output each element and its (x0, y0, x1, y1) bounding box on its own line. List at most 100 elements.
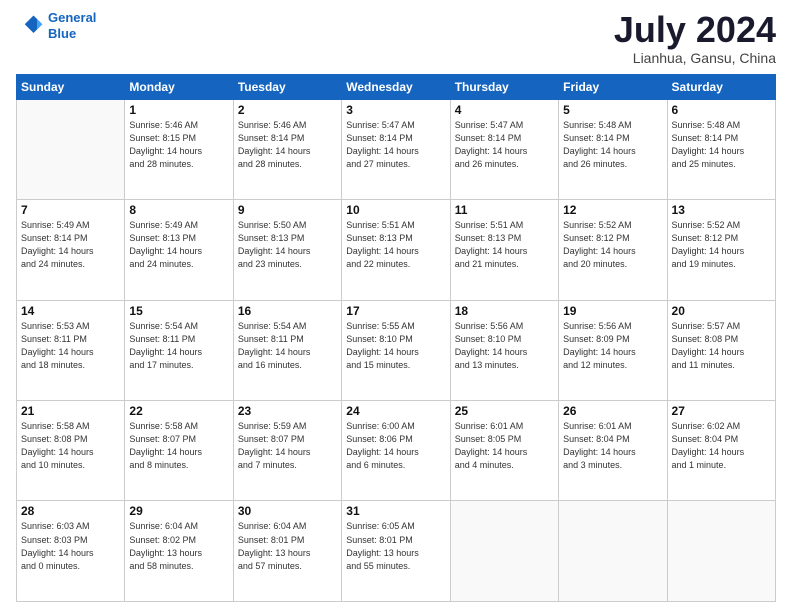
cell-w5-d5 (559, 501, 667, 602)
header: General Blue July 2024 Lianhua, Gansu, C… (16, 10, 776, 66)
cell-w3-d6: 20 Sunrise: 5:57 AM Sunset: 8:08 PM Dayli… (667, 300, 775, 400)
col-saturday: Saturday (667, 74, 775, 99)
day-number: 18 (455, 304, 554, 318)
day-info: Sunrise: 6:04 AM Sunset: 8:02 PM Dayligh… (129, 520, 228, 572)
cell-w4-d6: 27 Sunrise: 6:02 AM Sunset: 8:04 PM Dayli… (667, 401, 775, 501)
cell-w4-d2: 23Sunrise: 5:59 AM Sunset: 8:07 PM Dayli… (233, 401, 341, 501)
col-thursday: Thursday (450, 74, 558, 99)
cell-w5-d0: 28Sunrise: 6:03 AM Sunset: 8:03 PM Dayli… (17, 501, 125, 602)
cell-w3-d0: 14 Sunrise: 5:53 AM Sunset: 8:11 PM Dayli… (17, 300, 125, 400)
cell-w2-d5: 12Sunrise: 5:52 AM Sunset: 8:12 PM Dayli… (559, 200, 667, 300)
day-info: Sunrise: 5:54 AM Sunset: 8:11 PM Dayligh… (238, 320, 337, 372)
cell-w5-d4 (450, 501, 558, 602)
day-number: 4 (455, 103, 554, 117)
cell-w4-d1: 22Sunrise: 5:58 AM Sunset: 8:07 PM Dayli… (125, 401, 233, 501)
page: General Blue July 2024 Lianhua, Gansu, C… (0, 0, 792, 612)
day-number: 16 (238, 304, 337, 318)
day-info: Sunrise: 5:54 AM Sunset: 8:11 PM Dayligh… (129, 320, 228, 372)
day-info: Sunrise: 6:01 AM Sunset: 8:05 PM Dayligh… (455, 420, 554, 472)
cell-w1-d6: 6 Sunrise: 5:48 AM Sunset: 8:14 PM Daylig… (667, 99, 775, 199)
day-number: 9 (238, 203, 337, 217)
cell-w1-d1: 1Sunrise: 5:46 AM Sunset: 8:15 PM Daylig… (125, 99, 233, 199)
calendar-subtitle: Lianhua, Gansu, China (614, 50, 776, 66)
day-number: 11 (455, 203, 554, 217)
cell-w4-d4: 25 Sunrise: 6:01 AM Sunset: 8:05 PM Dayli… (450, 401, 558, 501)
day-info: Sunrise: 5:48 AM Sunset: 8:14 PM Dayligh… (563, 119, 662, 171)
cell-w1-d4: 4Sunrise: 5:47 AM Sunset: 8:14 PM Daylig… (450, 99, 558, 199)
day-number: 15 (129, 304, 228, 318)
day-info: Sunrise: 6:02 AM Sunset: 8:04 PM Dayligh… (672, 420, 771, 472)
day-number: 27 (672, 404, 771, 418)
day-number: 24 (346, 404, 445, 418)
day-info: Sunrise: 5:52 AM Sunset: 8:12 PM Dayligh… (672, 219, 771, 271)
day-info: Sunrise: 5:58 AM Sunset: 8:08 PM Dayligh… (21, 420, 120, 472)
day-info: Sunrise: 6:01 AM Sunset: 8:04 PM Dayligh… (563, 420, 662, 472)
day-info: Sunrise: 5:47 AM Sunset: 8:14 PM Dayligh… (346, 119, 445, 171)
day-number: 6 (672, 103, 771, 117)
day-number: 3 (346, 103, 445, 117)
cell-w1-d5: 5Sunrise: 5:48 AM Sunset: 8:14 PM Daylig… (559, 99, 667, 199)
cell-w2-d6: 13 Sunrise: 5:52 AM Sunset: 8:12 PM Dayli… (667, 200, 775, 300)
day-info: Sunrise: 6:05 AM Sunset: 8:01 PM Dayligh… (346, 520, 445, 572)
day-info: Sunrise: 6:00 AM Sunset: 8:06 PM Dayligh… (346, 420, 445, 472)
day-number: 22 (129, 404, 228, 418)
logo-line2: Blue (48, 26, 76, 41)
week-row-5: 28Sunrise: 6:03 AM Sunset: 8:03 PM Dayli… (17, 501, 776, 602)
col-tuesday: Tuesday (233, 74, 341, 99)
col-friday: Friday (559, 74, 667, 99)
cell-w5-d2: 30Sunrise: 6:04 AM Sunset: 8:01 PM Dayli… (233, 501, 341, 602)
col-sunday: Sunday (17, 74, 125, 99)
cell-w3-d5: 19 Sunrise: 5:56 AM Sunset: 8:09 PM Dayli… (559, 300, 667, 400)
cell-w3-d2: 16 Sunrise: 5:54 AM Sunset: 8:11 PM Dayli… (233, 300, 341, 400)
day-number: 2 (238, 103, 337, 117)
day-number: 8 (129, 203, 228, 217)
day-number: 29 (129, 504, 228, 518)
day-number: 31 (346, 504, 445, 518)
title-block: July 2024 Lianhua, Gansu, China (614, 10, 776, 66)
cell-w1-d3: 3 Sunrise: 5:47 AM Sunset: 8:14 PM Daylig… (342, 99, 450, 199)
day-info: Sunrise: 5:49 AM Sunset: 8:13 PM Dayligh… (129, 219, 228, 271)
cell-w5-d1: 29 Sunrise: 6:04 AM Sunset: 8:02 PM Dayli… (125, 501, 233, 602)
col-wednesday: Wednesday (342, 74, 450, 99)
cell-w5-d6 (667, 501, 775, 602)
day-number: 23 (238, 404, 337, 418)
calendar-title: July 2024 (614, 10, 776, 50)
day-number: 20 (672, 304, 771, 318)
week-row-1: 1Sunrise: 5:46 AM Sunset: 8:15 PM Daylig… (17, 99, 776, 199)
cell-w3-d1: 15 Sunrise: 5:54 AM Sunset: 8:11 PM Dayli… (125, 300, 233, 400)
day-number: 30 (238, 504, 337, 518)
cell-w5-d3: 31 Sunrise: 6:05 AM Sunset: 8:01 PM Dayli… (342, 501, 450, 602)
day-info: Sunrise: 5:53 AM Sunset: 8:11 PM Dayligh… (21, 320, 120, 372)
day-number: 10 (346, 203, 445, 217)
logo-line1: General (48, 10, 96, 25)
day-number: 21 (21, 404, 120, 418)
day-info: Sunrise: 5:56 AM Sunset: 8:10 PM Dayligh… (455, 320, 554, 372)
day-info: Sunrise: 5:51 AM Sunset: 8:13 PM Dayligh… (346, 219, 445, 271)
day-number: 19 (563, 304, 662, 318)
day-number: 13 (672, 203, 771, 217)
day-number: 14 (21, 304, 120, 318)
col-monday: Monday (125, 74, 233, 99)
logo: General Blue (16, 10, 96, 41)
day-info: Sunrise: 5:46 AM Sunset: 8:14 PM Dayligh… (238, 119, 337, 171)
day-info: Sunrise: 6:03 AM Sunset: 8:03 PM Dayligh… (21, 520, 120, 572)
day-info: Sunrise: 5:48 AM Sunset: 8:14 PM Dayligh… (672, 119, 771, 171)
cell-w2-d3: 10 Sunrise: 5:51 AM Sunset: 8:13 PM Dayli… (342, 200, 450, 300)
cell-w3-d4: 18 Sunrise: 5:56 AM Sunset: 8:10 PM Dayli… (450, 300, 558, 400)
day-info: Sunrise: 5:56 AM Sunset: 8:09 PM Dayligh… (563, 320, 662, 372)
day-info: Sunrise: 5:50 AM Sunset: 8:13 PM Dayligh… (238, 219, 337, 271)
cell-w2-d2: 9 Sunrise: 5:50 AM Sunset: 8:13 PM Daylig… (233, 200, 341, 300)
cell-w1-d0 (17, 99, 125, 199)
cell-w2-d1: 8 Sunrise: 5:49 AM Sunset: 8:13 PM Daylig… (125, 200, 233, 300)
day-number: 25 (455, 404, 554, 418)
calendar-header-row: Sunday Monday Tuesday Wednesday Thursday… (17, 74, 776, 99)
day-info: Sunrise: 5:46 AM Sunset: 8:15 PM Dayligh… (129, 119, 228, 171)
logo-icon (16, 12, 44, 40)
calendar-table: Sunday Monday Tuesday Wednesday Thursday… (16, 74, 776, 602)
week-row-3: 14 Sunrise: 5:53 AM Sunset: 8:11 PM Dayli… (17, 300, 776, 400)
day-info: Sunrise: 5:49 AM Sunset: 8:14 PM Dayligh… (21, 219, 120, 271)
day-number: 7 (21, 203, 120, 217)
day-info: Sunrise: 5:57 AM Sunset: 8:08 PM Dayligh… (672, 320, 771, 372)
day-number: 12 (563, 203, 662, 217)
day-number: 17 (346, 304, 445, 318)
